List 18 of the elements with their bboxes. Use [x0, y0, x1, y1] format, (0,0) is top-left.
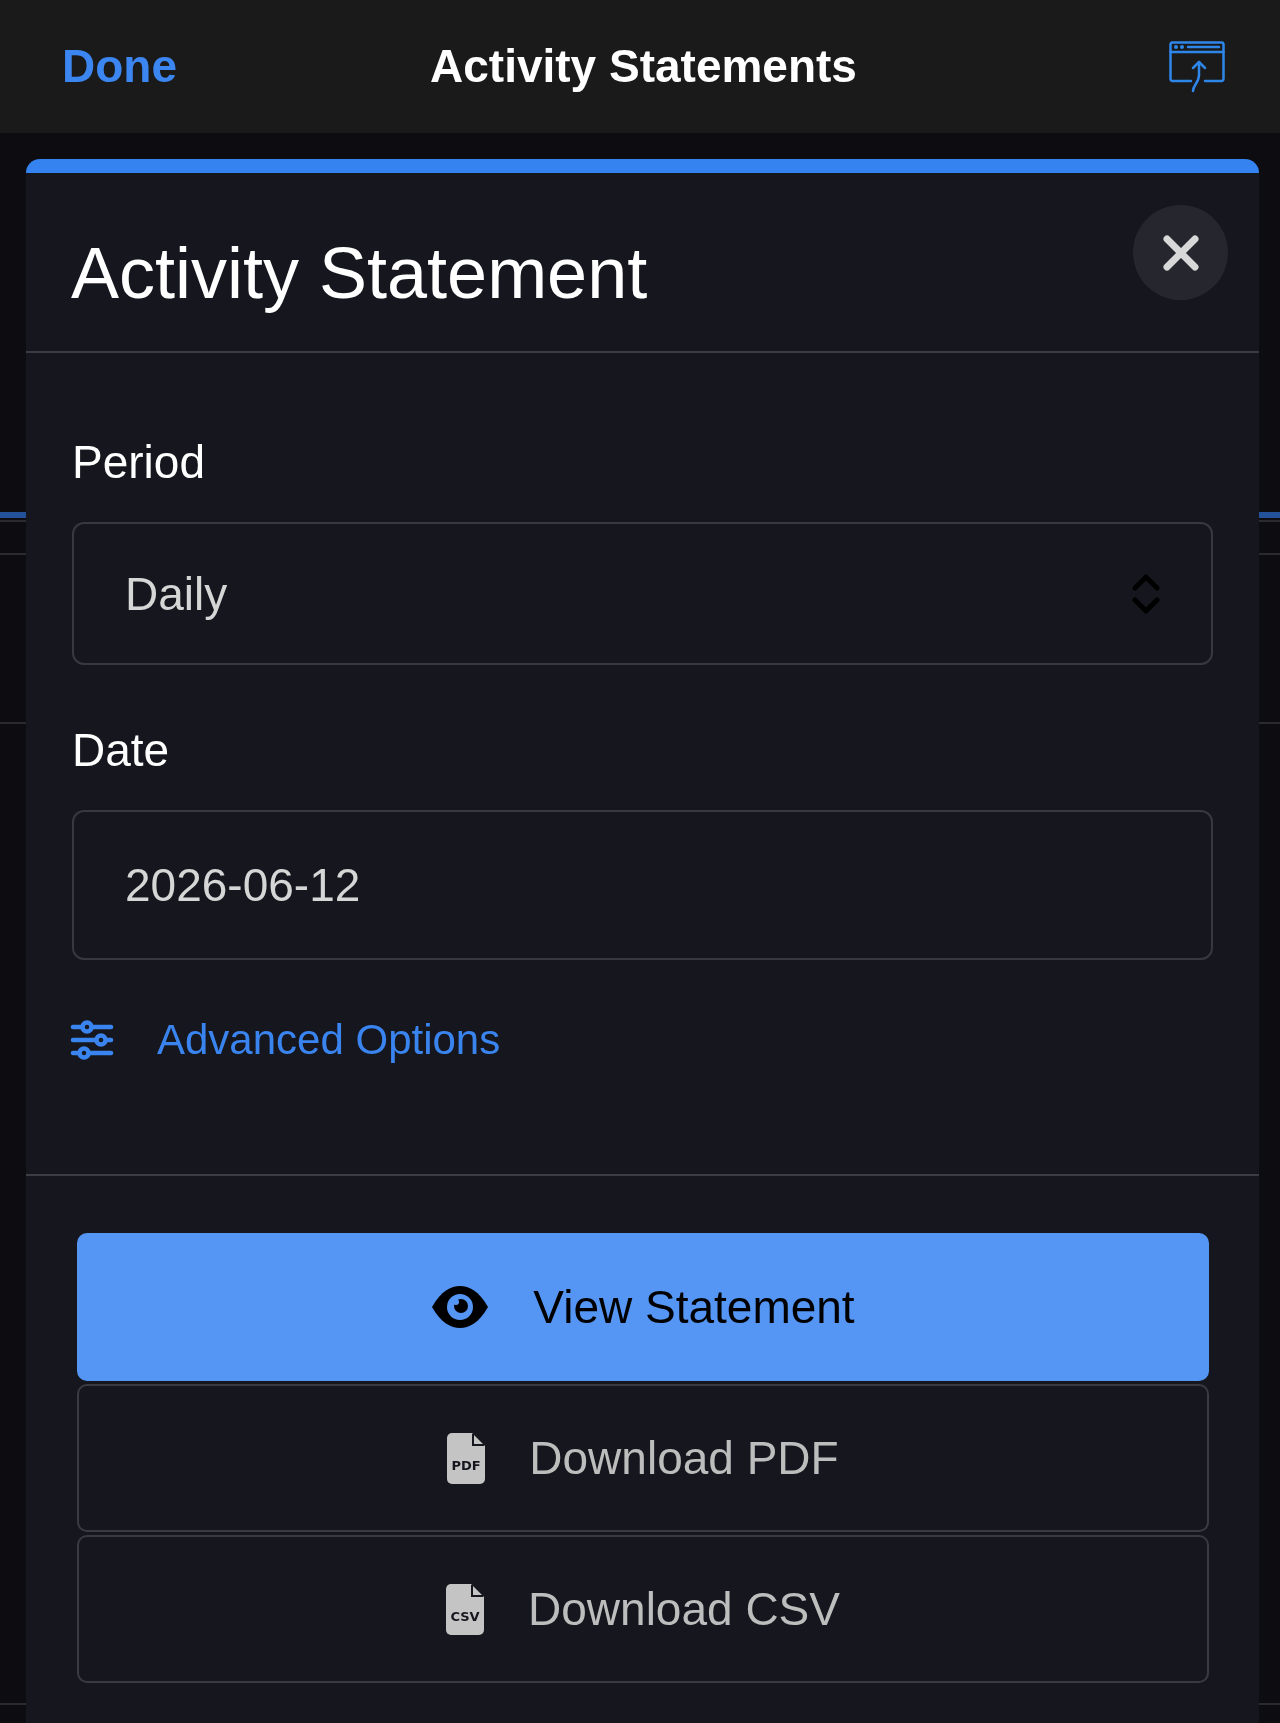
- eye-icon: [431, 1285, 490, 1329]
- date-field[interactable]: 2026-06-12: [72, 810, 1213, 960]
- advanced-options-link[interactable]: Advanced Options: [70, 1016, 501, 1064]
- share-window-icon[interactable]: [1169, 40, 1225, 93]
- view-statement-button[interactable]: View Statement: [77, 1233, 1209, 1381]
- close-icon: [1161, 233, 1200, 272]
- done-button[interactable]: Done: [62, 38, 177, 95]
- sliders-icon: [70, 1020, 114, 1060]
- field-label: Period: [72, 436, 205, 489]
- file-icon: PDF: [447, 1432, 486, 1484]
- download-button[interactable]: PDF Download PDF: [77, 1384, 1209, 1532]
- navigation-title: Activity Statements: [430, 38, 857, 94]
- file-icon: CSV: [446, 1583, 485, 1635]
- dropdown-field[interactable]: Daily: [72, 522, 1213, 665]
- download-button[interactable]: CSV Download CSV: [77, 1535, 1209, 1683]
- field-label: Date: [72, 724, 170, 777]
- modal-title: Activity Statement: [71, 232, 648, 315]
- up-down-chevron-icon: [1132, 573, 1160, 614]
